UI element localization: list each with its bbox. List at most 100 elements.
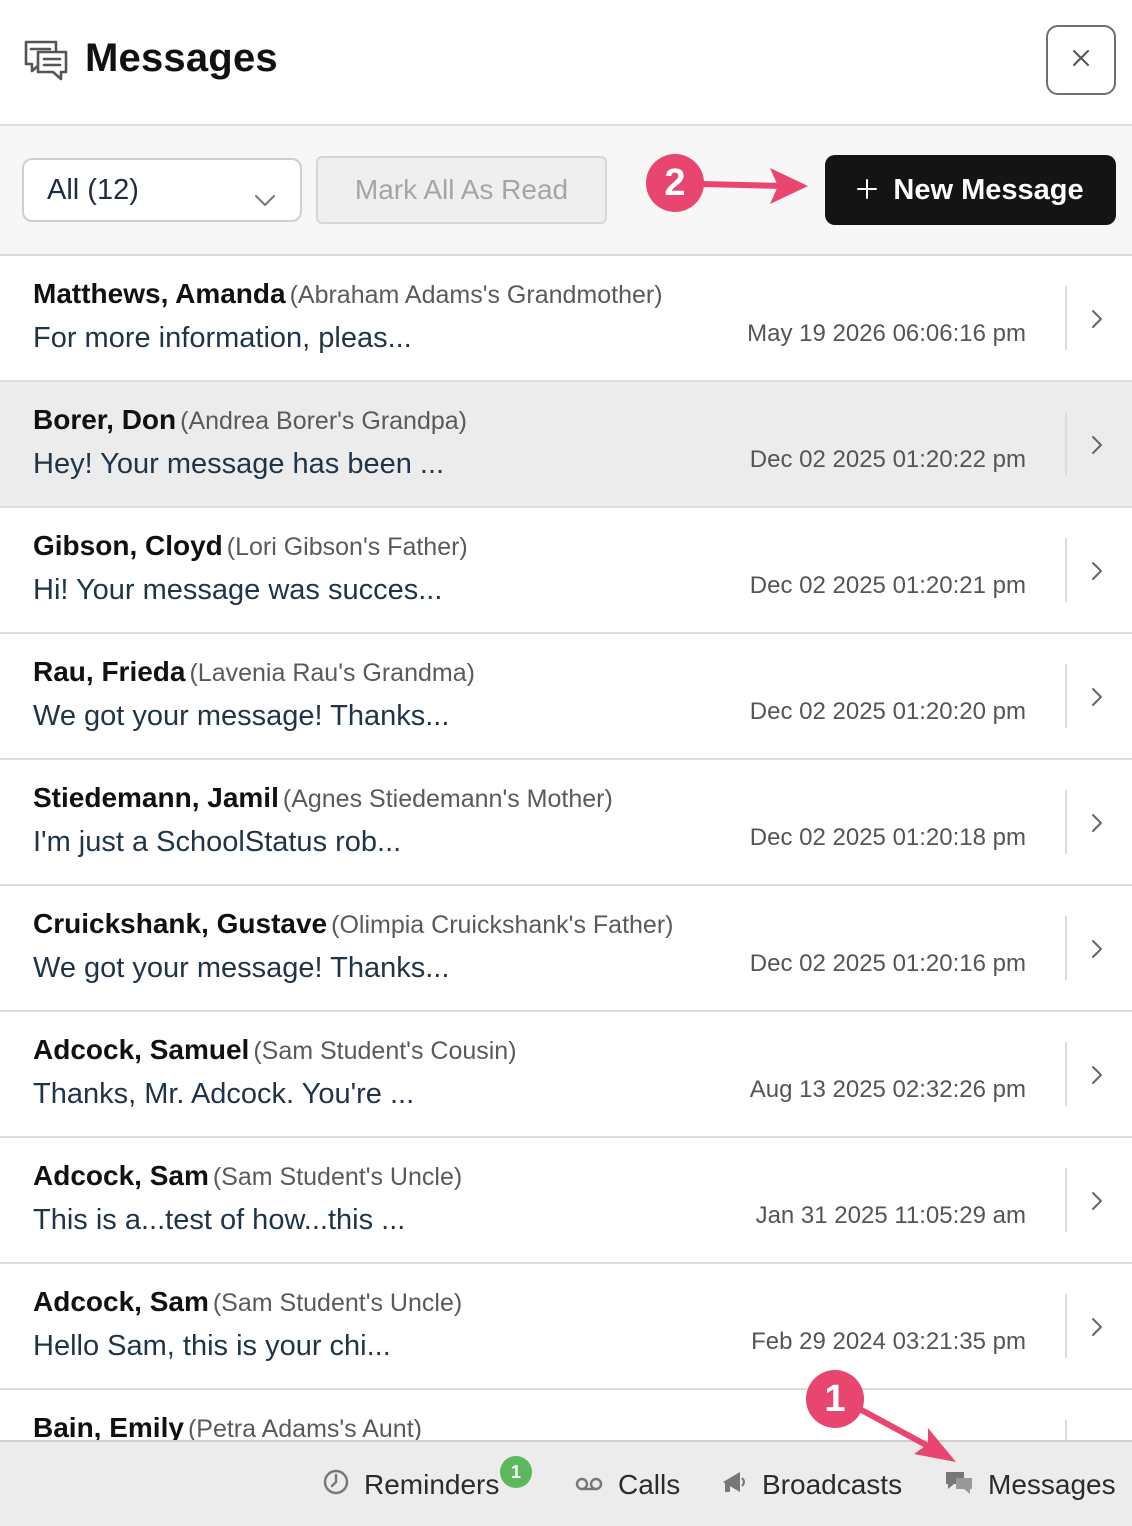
- nav-calls-label: Calls: [618, 1469, 681, 1500]
- contact-relation: (Sam Student's Uncle): [212, 1163, 463, 1191]
- contact-name-text: Adcock, Samuel: [33, 1034, 250, 1065]
- chevron-right-icon: [1090, 938, 1104, 965]
- contact-name-text: Adcock, Sam: [33, 1286, 209, 1317]
- message-timestamp: Dec 02 2025 01:20:20 pm: [749, 698, 1026, 725]
- row-divider: [1065, 412, 1067, 476]
- nav-reminders-label: Reminders: [364, 1469, 500, 1500]
- message-row[interactable]: Adcock, Sam (Sam Student's Uncle) This is …: [0, 1138, 1132, 1264]
- contact-relation: (Abraham Adams's Grandmother): [289, 281, 663, 309]
- message-row[interactable]: Adcock, Samuel (Sam Student's Cousin) Than…: [0, 1012, 1132, 1138]
- contact-relation: (Olimpia Cruickshank's Father): [331, 911, 674, 939]
- message-timestamp: Dec 02 2025 01:20:18 pm: [749, 824, 1026, 851]
- plus-icon: [857, 174, 878, 207]
- message-preview: Hi! Your message was succes...: [33, 574, 443, 606]
- header: Messages: [0, 0, 1132, 126]
- message-preview: Thanks, Mr. Adcock. You're ...: [33, 1078, 415, 1110]
- message-row[interactable]: Cruickshank, Gustave (Olimpia Cruickshank…: [0, 886, 1132, 1012]
- toolbar: All (12) Mark All As Read New Message: [0, 126, 1132, 256]
- contact-name: Adcock, Sam (Sam Student's Uncle): [33, 1286, 462, 1318]
- contact-name: Adcock, Samuel (Sam Student's Cousin): [33, 1034, 517, 1066]
- nav-messages[interactable]: Messages: [944, 1442, 1116, 1526]
- contact-name: Borer, Don (Andrea Borer's Grandpa): [33, 404, 467, 436]
- new-message-label: New Message: [893, 173, 1084, 206]
- row-divider: [1065, 1294, 1067, 1358]
- message-preview: For more information, pleas...: [33, 322, 412, 354]
- message-row[interactable]: Matthews, Amanda (Abraham Adams's Grandmo…: [0, 256, 1132, 382]
- contact-relation: (Agnes Stiedemann's Mother): [282, 785, 613, 813]
- nav-messages-label: Messages: [988, 1469, 1116, 1500]
- contact-name: Rau, Frieda (Lavenia Rau's Grandma): [33, 656, 475, 688]
- message-timestamp: Feb 29 2024 03:21:35 pm: [751, 1328, 1026, 1355]
- message-row[interactable]: Adcock, Sam (Sam Student's Uncle) Hello Sa…: [0, 1264, 1132, 1390]
- message-row[interactable]: Borer, Don (Andrea Borer's Grandpa) Hey! Y…: [0, 382, 1132, 508]
- contact-name-text: Gibson, Cloyd: [33, 530, 223, 561]
- message-row[interactable]: Stiedemann, Jamil (Agnes Stiedemann's Mot…: [0, 760, 1132, 886]
- row-divider: [1065, 1042, 1067, 1106]
- message-timestamp: Dec 02 2025 01:20:16 pm: [749, 950, 1026, 977]
- nav-reminders[interactable]: Reminders 1: [322, 1442, 532, 1526]
- annotation-marker-2: 2: [646, 154, 704, 212]
- chevron-down-icon: [254, 182, 276, 215]
- contact-relation: (Petra Adams's Aunt): [187, 1415, 422, 1440]
- message-row[interactable]: Bain, Emily (Petra Adams's Aunt): [0, 1390, 1132, 1440]
- close-button[interactable]: [1046, 25, 1116, 95]
- messages-icon: [22, 36, 70, 84]
- row-divider: [1065, 790, 1067, 854]
- message-list: Matthews, Amanda (Abraham Adams's Grandmo…: [0, 256, 1132, 1440]
- message-timestamp: Jan 31 2025 11:05:29 am: [755, 1202, 1026, 1229]
- contact-relation: (Lavenia Rau's Grandma): [189, 659, 475, 687]
- contact-name-text: Bain, Emily: [33, 1412, 184, 1440]
- contact-relation: (Sam Student's Cousin): [253, 1037, 517, 1065]
- message-preview: Hello Sam, this is your chi...: [33, 1330, 391, 1362]
- nav-broadcasts[interactable]: Broadcasts: [720, 1442, 902, 1526]
- contact-name: Adcock, Sam (Sam Student's Uncle): [33, 1160, 462, 1192]
- chat-bubbles-icon: [944, 1468, 974, 1503]
- chevron-right-icon: [1090, 560, 1104, 587]
- close-icon: [1071, 48, 1091, 73]
- chevron-right-icon: [1090, 434, 1104, 461]
- chevron-right-icon: [1090, 1064, 1104, 1091]
- contact-name: Matthews, Amanda (Abraham Adams's Grandmo…: [33, 278, 663, 310]
- filter-select[interactable]: All (12): [22, 158, 302, 222]
- mark-all-read-button[interactable]: Mark All As Read: [316, 156, 607, 224]
- bottom-nav: Reminders 1 Calls Broadcasts Messages: [0, 1440, 1132, 1526]
- contact-name: Bain, Emily (Petra Adams's Aunt): [33, 1412, 422, 1440]
- message-preview: We got your message! Thanks...: [33, 952, 450, 984]
- contact-name-text: Stiedemann, Jamil: [33, 782, 279, 813]
- reminders-badge: 1: [500, 1456, 532, 1488]
- message-timestamp: May 19 2026 06:06:16 pm: [747, 320, 1026, 347]
- contact-name-text: Cruickshank, Gustave: [33, 908, 328, 939]
- message-row[interactable]: Rau, Frieda (Lavenia Rau's Grandma) We got…: [0, 634, 1132, 760]
- chevron-right-icon: [1090, 686, 1104, 713]
- chevron-right-icon: [1090, 812, 1104, 839]
- row-divider: [1065, 286, 1067, 350]
- message-timestamp: Dec 02 2025 01:20:21 pm: [749, 572, 1026, 599]
- contact-name: Gibson, Cloyd (Lori Gibson's Father): [33, 530, 468, 562]
- contact-relation: (Sam Student's Uncle): [212, 1289, 463, 1317]
- clock-icon: [322, 1468, 350, 1503]
- contact-name: Cruickshank, Gustave (Olimpia Cruickshank…: [33, 908, 673, 940]
- nav-broadcasts-label: Broadcasts: [762, 1469, 903, 1500]
- contact-name-text: Rau, Frieda: [33, 656, 186, 687]
- filter-value: All (12): [47, 173, 139, 206]
- chevron-right-icon: [1090, 1316, 1104, 1343]
- contact-relation: (Lori Gibson's Father): [226, 533, 468, 561]
- nav-calls[interactable]: Calls: [574, 1442, 680, 1526]
- message-timestamp: Dec 02 2025 01:20:22 pm: [749, 446, 1026, 473]
- annotation-marker-1: 1: [806, 1370, 864, 1428]
- message-preview: We got your message! Thanks...: [33, 700, 450, 732]
- row-divider: [1065, 538, 1067, 602]
- message-preview: This is a...test of how...this ...: [33, 1204, 406, 1236]
- message-preview: I'm just a SchoolStatus rob...: [33, 826, 402, 858]
- row-divider: [1065, 916, 1067, 980]
- message-row[interactable]: Gibson, Cloyd (Lori Gibson's Father) Hi! Y…: [0, 508, 1132, 634]
- megaphone-icon: [720, 1468, 748, 1503]
- contact-name: Stiedemann, Jamil (Agnes Stiedemann's Mot…: [33, 782, 613, 814]
- contact-name-text: Adcock, Sam: [33, 1160, 209, 1191]
- message-timestamp: Aug 13 2025 02:32:26 pm: [749, 1076, 1026, 1103]
- row-divider: [1065, 1420, 1067, 1440]
- row-divider: [1065, 1168, 1067, 1232]
- new-message-button[interactable]: New Message: [825, 155, 1116, 225]
- chevron-right-icon: [1090, 1190, 1104, 1217]
- contact-name-text: Matthews, Amanda: [33, 278, 286, 309]
